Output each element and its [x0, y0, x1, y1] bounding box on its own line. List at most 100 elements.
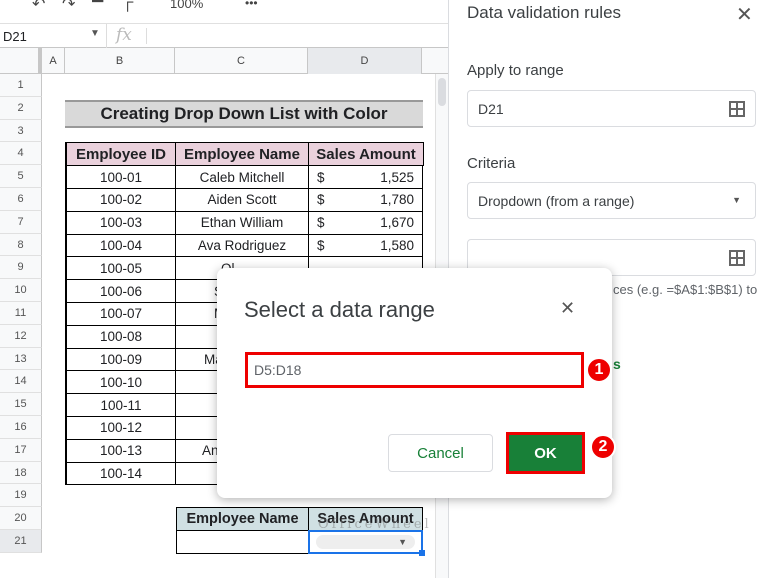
sheet-title: Creating Drop Down List with Color — [65, 99, 423, 128]
employee-id-cell[interactable]: 100-10 — [65, 370, 176, 395]
row-header[interactable]: 16 — [0, 416, 42, 439]
employee-name-cell[interactable]: Ava Rodriguez — [175, 233, 309, 258]
currency-symbol: $ — [317, 169, 325, 185]
grid-icon[interactable] — [729, 101, 745, 117]
formula-bar: D21 ▼ fx — [0, 24, 448, 48]
zoom-select[interactable]: 100% — [170, 0, 203, 11]
more-icon[interactable]: ••• — [245, 0, 258, 10]
amount-value: 1,580 — [380, 237, 414, 253]
criteria-value: Dropdown (from a range) — [478, 192, 635, 209]
column-headers: A B C D — [0, 48, 448, 74]
sales-amount-cell[interactable]: $1,670 — [308, 210, 423, 235]
row-header[interactable]: 8 — [0, 233, 42, 257]
row-header[interactable]: 17 — [0, 438, 42, 462]
grid-icon[interactable] — [729, 250, 745, 266]
row-header[interactable]: 9 — [0, 256, 42, 280]
toolbar: ↶ ↷ ▀ ┌ 100% ••• ⌃ — [0, 0, 448, 24]
sales-amount-cell[interactable]: $1,525 — [308, 165, 423, 189]
row-header[interactable]: 4 — [0, 142, 42, 166]
amount-value: 1,780 — [380, 192, 414, 208]
apply-range-value: D21 — [478, 100, 504, 117]
chevron-down-icon[interactable]: ▼ — [90, 28, 100, 39]
row-header[interactable]: 21 — [0, 530, 42, 553]
print-icon[interactable]: ▀ — [92, 0, 103, 12]
row-header[interactable]: 3 — [0, 119, 42, 143]
range-input[interactable]: D5:D18 — [245, 352, 584, 388]
chevron-down-icon: ▼ — [732, 195, 741, 205]
employee-id-cell[interactable]: 100-13 — [65, 438, 176, 463]
column-header[interactable]: B — [65, 48, 175, 74]
row-header[interactable]: 14 — [0, 370, 42, 394]
row-header[interactable]: 2 — [0, 96, 42, 120]
scrollbar-thumb[interactable] — [438, 78, 446, 106]
select-range-dialog: Select a data range ✕ D5:D18 1 Cancel OK… — [217, 268, 616, 498]
row-header[interactable]: 5 — [0, 165, 42, 188]
apply-range-input[interactable]: D21 — [467, 90, 756, 127]
sales-amount-cell[interactable]: $1,780 — [308, 188, 423, 212]
redo-icon[interactable]: ↷ — [62, 0, 75, 14]
row-header[interactable]: 13 — [0, 347, 42, 371]
employee-id-cell[interactable]: 100-12 — [65, 416, 176, 440]
step-badge-2: 2 — [590, 434, 616, 460]
table-header: Employee ID — [65, 142, 176, 167]
column-header[interactable]: D — [308, 48, 422, 74]
table-header: Employee Name — [175, 142, 309, 167]
amount-value: 1,525 — [380, 169, 414, 185]
column-header[interactable]: C — [175, 48, 308, 74]
employee-id-cell[interactable]: 100-06 — [65, 279, 176, 303]
row-header[interactable]: 19 — [0, 484, 42, 508]
employee-id-cell[interactable]: 100-09 — [65, 347, 176, 372]
row-header[interactable]: 20 — [0, 507, 42, 530]
dropdown-cell[interactable]: ▼ — [308, 530, 423, 554]
amount-value: 1,670 — [380, 215, 414, 231]
employee-id-cell[interactable]: 100-02 — [65, 188, 176, 212]
employee-name-cell[interactable]: Aiden Scott — [175, 188, 309, 212]
employee-id-cell[interactable]: 100-01 — [65, 165, 176, 189]
employee-id-cell[interactable]: 100-11 — [65, 393, 176, 417]
advanced-options-link[interactable]: s — [613, 356, 621, 372]
employee-name-cell[interactable]: Ethan William — [175, 210, 309, 235]
employee-id-cell[interactable]: 100-05 — [65, 256, 176, 281]
select-all[interactable] — [0, 48, 42, 74]
currency-symbol: $ — [317, 192, 325, 208]
sales-amount-cell[interactable]: $1,580 — [308, 233, 423, 258]
close-icon[interactable]: ✕ — [560, 298, 575, 319]
cancel-button[interactable]: Cancel — [388, 434, 493, 472]
chevron-down-icon[interactable]: ▼ — [316, 535, 415, 549]
row-header[interactable]: 15 — [0, 393, 42, 416]
fill-handle[interactable] — [419, 549, 425, 556]
criteria-select[interactable]: Dropdown (from a range) ▼ — [467, 182, 756, 219]
criteria-label: Criteria — [467, 155, 516, 172]
fx-icon: fx — [116, 25, 132, 45]
column-header[interactable]: A — [42, 48, 65, 74]
name-box[interactable]: D21 — [3, 29, 27, 44]
employee-id-cell[interactable]: 100-08 — [65, 324, 176, 349]
row-header[interactable]: 18 — [0, 461, 42, 485]
paint-format-icon[interactable]: ┌ — [122, 0, 133, 12]
employee-id-cell[interactable]: 100-04 — [65, 233, 176, 258]
row-header[interactable]: 7 — [0, 210, 42, 234]
collapse-icon[interactable]: ⌃ — [420, 0, 433, 12]
currency-symbol: $ — [317, 215, 325, 231]
lookup-header: Employee Name — [176, 507, 309, 531]
table-header: Sales Amount — [308, 142, 424, 167]
ok-button[interactable]: OK — [506, 432, 585, 474]
panel-title: Data validation rules — [467, 3, 622, 22]
helper-text: ces (e.g. =$A$1:$B$1) to — [613, 282, 758, 297]
row-header[interactable]: 12 — [0, 324, 42, 348]
dialog-title: Select a data range — [244, 297, 435, 322]
employee-id-cell[interactable]: 100-14 — [65, 461, 176, 486]
watermark-logo: OfficeWheel — [318, 517, 432, 533]
undo-icon[interactable]: ↶ — [32, 0, 45, 14]
employee-id-cell[interactable]: 100-07 — [65, 302, 176, 326]
row-header[interactable]: 11 — [0, 302, 42, 325]
row-header[interactable]: 1 — [0, 74, 42, 97]
row-header[interactable]: 6 — [0, 188, 42, 211]
row-header[interactable]: 10 — [0, 279, 42, 302]
apply-range-label: Apply to range — [467, 62, 564, 79]
close-icon[interactable]: ✕ — [736, 2, 753, 27]
employee-id-cell[interactable]: 100-03 — [65, 210, 176, 235]
lookup-name-cell[interactable] — [176, 530, 309, 554]
range-input-value: D5:D18 — [254, 362, 302, 378]
employee-name-cell[interactable]: Caleb Mitchell — [175, 165, 309, 189]
